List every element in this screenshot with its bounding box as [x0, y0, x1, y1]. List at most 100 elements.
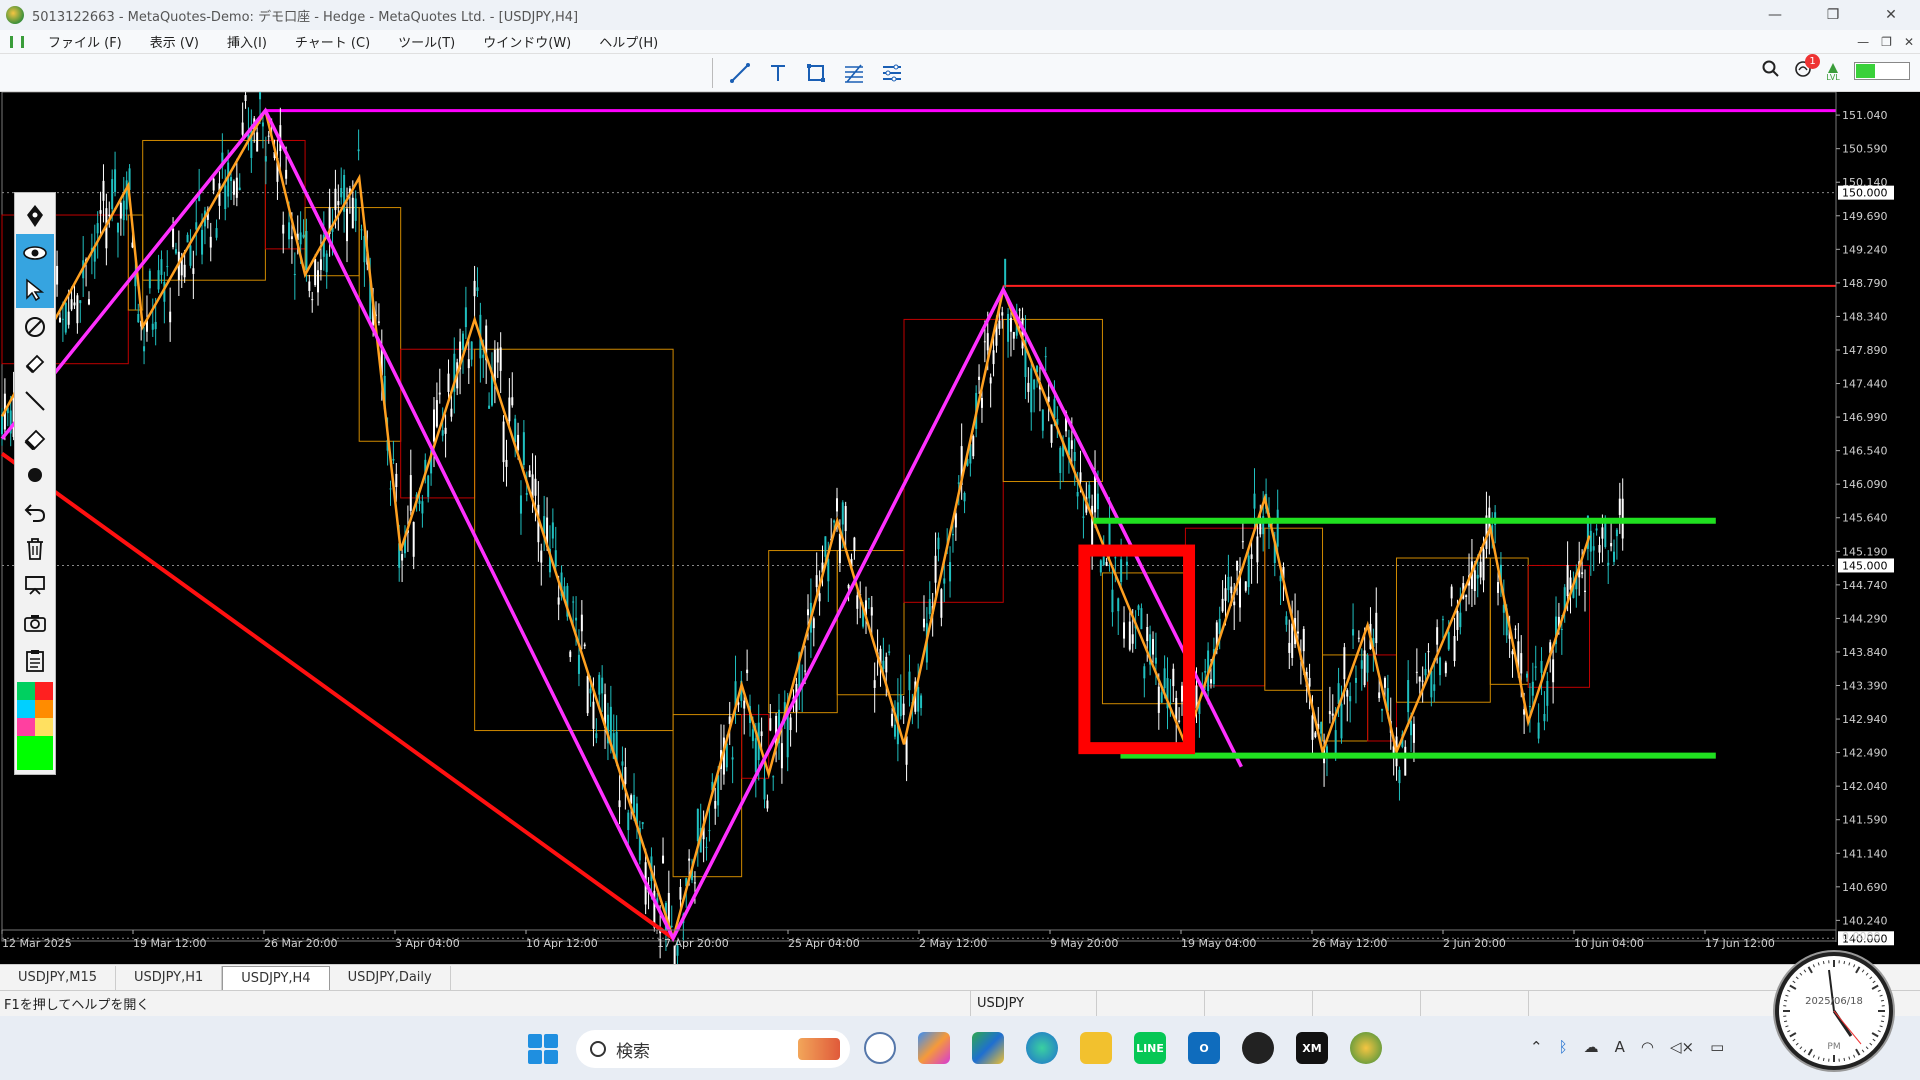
clock-tick	[1855, 966, 1861, 974]
start-button[interactable]	[528, 1034, 558, 1064]
wifi-icon[interactable]: ◠	[1641, 1038, 1654, 1056]
eye-icon[interactable]	[16, 234, 54, 271]
cursor-icon[interactable]	[16, 271, 54, 308]
candle-body	[137, 314, 140, 323]
clock-tick	[1869, 976, 1873, 980]
candle-body	[87, 299, 90, 305]
tab-usdjpy-daily[interactable]: USDJPY,Daily	[330, 966, 451, 990]
restore-button[interactable]: ❐	[1804, 0, 1862, 30]
candle-body	[1337, 683, 1340, 704]
search-icon[interactable]	[1762, 60, 1780, 82]
menu-insert[interactable]: 挿入(I)	[213, 32, 281, 51]
pen-icon[interactable]	[16, 197, 54, 234]
candle-body	[1540, 660, 1543, 673]
mdi-close-button[interactable]: ✕	[1904, 35, 1914, 49]
edge-browser-icon[interactable]	[1026, 1032, 1058, 1064]
trendline-tool-icon[interactable]	[725, 58, 755, 88]
candle-body	[1146, 627, 1149, 642]
objects-list-icon[interactable]	[877, 58, 907, 88]
candle-body	[789, 717, 792, 731]
rectangle-tool-icon[interactable]	[801, 58, 831, 88]
minimize-button[interactable]: —	[1746, 0, 1804, 30]
candle-body	[1140, 608, 1143, 630]
menu-view[interactable]: 表示 (V)	[136, 32, 213, 51]
price-tick-label: 151.040	[1842, 109, 1888, 122]
menu-window[interactable]: ウインドウ(W)	[469, 32, 585, 51]
text-tool-icon[interactable]	[763, 58, 793, 88]
chart-menu-icon[interactable]	[10, 35, 24, 48]
menu-tools[interactable]: ツール(T)	[384, 32, 469, 51]
copilot-app-icon[interactable]	[918, 1032, 950, 1064]
bluetooth-icon[interactable]: ᛒ	[1559, 1038, 1568, 1056]
mdi-minimize-button[interactable]: —	[1857, 35, 1869, 49]
speaker-mute-icon[interactable]: ◁×	[1670, 1038, 1694, 1056]
color-swatch[interactable]	[35, 700, 53, 718]
input-method-icon[interactable]: A	[1615, 1038, 1625, 1056]
color-swatch[interactable]	[17, 700, 35, 718]
candle-body	[151, 323, 154, 330]
candle-body	[1230, 586, 1233, 594]
candle-body	[989, 377, 992, 384]
active-color-swatch[interactable]	[17, 736, 53, 770]
status-cell	[1528, 990, 1636, 1017]
menu-file[interactable]: ファイル (F)	[34, 32, 136, 51]
line-draw-icon[interactable]	[16, 382, 54, 419]
store-app-icon[interactable]	[972, 1032, 1004, 1064]
undo-icon[interactable]	[16, 493, 54, 530]
menu-help[interactable]: ヘルプ(H)	[585, 32, 672, 51]
status-cell	[1312, 990, 1420, 1017]
clipboard-icon[interactable]	[16, 641, 54, 678]
candle-body	[1410, 720, 1413, 736]
time-tick-label: 12 Mar 2025	[2, 937, 72, 950]
candle-body	[920, 695, 923, 708]
file-explorer-icon[interactable]	[1080, 1032, 1112, 1064]
mdi-restore-button[interactable]: ❐	[1881, 35, 1892, 49]
candle-body	[641, 822, 644, 825]
title-bar: 5013122663 - MetaQuotes-Demo: デモ口座 - Hed…	[0, 0, 1920, 30]
cloud-icon[interactable]: ☁	[1584, 1038, 1599, 1056]
clock-tick	[1789, 984, 1797, 990]
tab-usdjpy-h1[interactable]: USDJPY,H1	[116, 966, 223, 990]
dot-icon[interactable]	[16, 456, 54, 493]
marker-icon[interactable]	[16, 345, 54, 382]
chart-area[interactable]: 151.040 150.590 150.140 149.690 149.240 148.7…	[0, 92, 1920, 964]
color-swatch[interactable]	[35, 718, 53, 736]
candle-body	[618, 800, 621, 808]
candle-body	[786, 714, 789, 758]
no-draw-icon[interactable]	[16, 308, 54, 345]
tab-usdjpy-h4[interactable]: USDJPY,H4	[222, 966, 330, 990]
search-glass-icon	[590, 1041, 606, 1057]
candle-body	[108, 214, 111, 217]
clock-date: 2025/06/18	[1805, 996, 1863, 1007]
candle-body	[1363, 650, 1366, 686]
candle-body	[1343, 647, 1346, 680]
toolbar-right: 1 LVL	[1762, 54, 1910, 82]
eraser-icon[interactable]	[16, 419, 54, 456]
color-swatch[interactable]	[17, 718, 35, 736]
candle-body	[940, 589, 943, 618]
xm-app-icon[interactable]: XM	[1296, 1032, 1328, 1064]
notification-icon[interactable]: 1	[1794, 54, 1820, 82]
presentation-icon[interactable]	[16, 567, 54, 604]
tab-usdjpy-m15[interactable]: USDJPY,M15	[0, 966, 116, 990]
battery-icon[interactable]: ▭	[1710, 1038, 1724, 1056]
price-chart[interactable]: 151.040150.590150.140149.690149.240148.7…	[0, 92, 1920, 964]
fibonacci-tool-icon[interactable]	[839, 58, 869, 88]
metatrader-app-icon[interactable]	[1350, 1032, 1382, 1064]
menu-chart[interactable]: チャート (C)	[281, 32, 384, 51]
metaeditor-app-icon[interactable]	[1242, 1032, 1274, 1064]
taskbar-search[interactable]: 検索	[576, 1030, 850, 1068]
outlook-app-icon[interactable]: O	[1188, 1032, 1220, 1064]
candle-body	[209, 236, 212, 248]
close-button[interactable]: ✕	[1862, 0, 1920, 30]
trash-icon[interactable]	[16, 530, 54, 567]
line-app-icon[interactable]: LINE	[1134, 1032, 1166, 1064]
candle-body	[1250, 554, 1253, 559]
candle-body	[1178, 720, 1181, 722]
chevron-up-icon[interactable]: ⌃	[1530, 1038, 1543, 1056]
color-swatch[interactable]	[35, 682, 53, 700]
camera-icon[interactable]	[16, 604, 54, 641]
clock-app-icon[interactable]	[864, 1032, 896, 1064]
candle-body	[432, 409, 435, 442]
color-swatch[interactable]	[17, 682, 35, 700]
